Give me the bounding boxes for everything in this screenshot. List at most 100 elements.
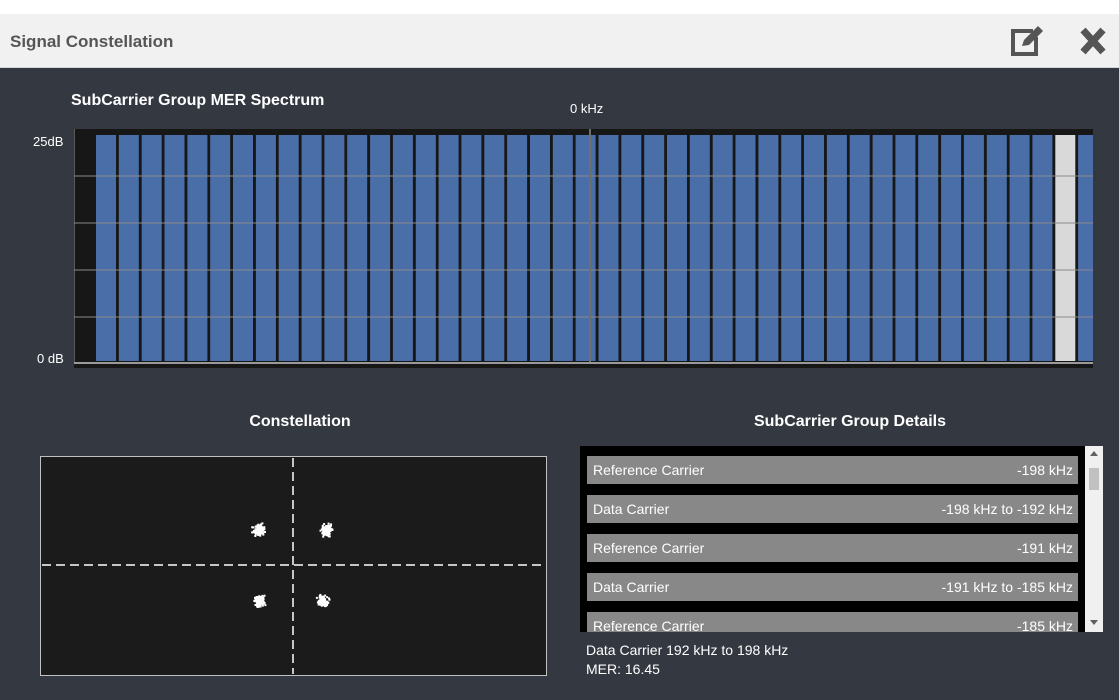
constellation-point [327, 527, 330, 530]
y-axis-top-label: 25dB [33, 134, 64, 149]
constellation-point [322, 530, 325, 533]
window-titlebar: Signal Constellation [0, 14, 1119, 68]
spectrum-bar[interactable] [96, 135, 116, 361]
constellation-point [256, 605, 259, 608]
scroll-up-button[interactable] [1085, 446, 1103, 462]
spectrum-bar[interactable] [347, 135, 368, 361]
spectrum-bar[interactable] [187, 135, 208, 361]
details-title: SubCarrier Group Details [753, 413, 947, 430]
spectrum-bar[interactable] [392, 135, 413, 361]
spectrum-bar[interactable] [826, 135, 847, 361]
constellation-point [254, 528, 257, 531]
spectrum-bar[interactable] [941, 135, 962, 361]
spectrum-bar[interactable] [986, 135, 1007, 361]
constellation-point [256, 598, 259, 601]
list-item[interactable]: Data Carrier -198 kHz to -192 kHz [587, 495, 1078, 523]
constellation-point [261, 526, 264, 529]
constellation-point [324, 600, 327, 603]
details-scrollbar[interactable] [1085, 446, 1103, 632]
constellation-point [324, 594, 327, 597]
spectrum-bar[interactable] [324, 135, 345, 361]
constellation-point [326, 601, 329, 604]
spectrum-bar[interactable] [210, 135, 231, 361]
list-item[interactable]: Reference Carrier -191 kHz [587, 534, 1078, 562]
spectrum-bar[interactable] [438, 135, 459, 361]
close-button[interactable] [1076, 25, 1110, 57]
constellation-point [259, 524, 262, 527]
spectrum-bar[interactable] [963, 135, 984, 361]
mer-value: MER: 16.45 [586, 661, 660, 677]
constellation-point [257, 524, 260, 527]
spectrum-bar[interactable] [1009, 135, 1030, 361]
spectrum-title: SubCarrier Group MER Spectrum [71, 92, 325, 109]
constellation-point [322, 533, 325, 536]
spectrum-bar[interactable] [781, 135, 802, 361]
constellation-point [315, 596, 318, 599]
spectrum-bar[interactable] [484, 135, 505, 361]
constellation-point [319, 595, 322, 598]
spectrum-bar[interactable] [735, 135, 756, 361]
spectrum-bar[interactable] [895, 135, 916, 361]
constellation-point [321, 603, 324, 606]
spectrum-bar[interactable] [1055, 135, 1076, 361]
spectrum-bar[interactable] [118, 135, 139, 361]
spectrum-bar[interactable] [712, 135, 733, 361]
signal-constellation-panel: SubCarrier Group MER Spectrum 0 kHz 25dB… [0, 68, 1119, 700]
constellation-point [259, 603, 262, 606]
constellation-point [262, 533, 265, 536]
spectrum-bar[interactable] [1078, 135, 1093, 361]
constellation-point [322, 535, 325, 538]
constellation-point [323, 523, 326, 525]
spectrum-bar[interactable] [370, 135, 391, 361]
row-value: -191 kHz to -185 kHz [941, 579, 1074, 595]
row-label: Reference Carrier [593, 540, 705, 556]
spectrum-bar[interactable] [164, 135, 185, 361]
spectrum-bar[interactable] [918, 135, 939, 361]
spectrum-bar[interactable] [872, 135, 893, 361]
spectrum-bar[interactable] [552, 135, 573, 361]
edit-button[interactable] [1011, 25, 1045, 57]
constellation-plot [40, 456, 547, 676]
spectrum-bar[interactable] [667, 135, 687, 361]
list-item[interactable]: Reference Carrier -185 kHz [587, 612, 1078, 632]
spectrum-bar[interactable] [575, 135, 596, 361]
row-value: -185 kHz [1016, 618, 1073, 632]
list-item[interactable]: Data Carrier -191 kHz to -185 kHz [587, 573, 1078, 601]
spectrum-bar[interactable] [461, 135, 482, 361]
spectrum-bar[interactable] [301, 135, 322, 361]
spectrum-bar[interactable] [255, 135, 276, 361]
spectrum-bar[interactable] [141, 135, 162, 361]
spectrum-bar[interactable] [415, 135, 436, 361]
spectrum-bar[interactable] [530, 135, 550, 361]
mer-spectrum-chart[interactable] [74, 129, 1093, 368]
spectrum-bar[interactable] [758, 135, 779, 361]
close-icon [1080, 27, 1106, 55]
spectrum-bar[interactable] [644, 135, 665, 361]
spectrum-bar[interactable] [278, 135, 299, 361]
constellation-point [323, 603, 326, 606]
spectrum-bar[interactable] [1032, 135, 1053, 361]
spectrum-bar[interactable] [233, 135, 253, 361]
constellation-point [261, 522, 264, 525]
spectrum-center-label: 0 kHz [570, 101, 604, 116]
constellation-point [321, 598, 324, 601]
spectrum-bar[interactable] [507, 135, 528, 361]
list-item[interactable]: Reference Carrier -198 kHz [587, 456, 1078, 484]
constellation-point [321, 600, 324, 603]
constellation-title: Constellation [249, 413, 351, 430]
constellation-point [263, 594, 266, 597]
scroll-down-button[interactable] [1085, 614, 1103, 632]
constellation-point [328, 531, 331, 534]
constellation-point [324, 605, 327, 608]
constellation-point [260, 600, 263, 602]
constellation-point [321, 525, 324, 528]
row-label: Data Carrier [593, 579, 670, 595]
spectrum-bar[interactable] [689, 135, 710, 361]
spectrum-bar[interactable] [598, 135, 619, 361]
subcarrier-details-list[interactable]: Reference Carrier -198 kHz Data Carrier … [580, 446, 1103, 632]
spectrum-bar[interactable] [804, 135, 824, 361]
constellation-point [330, 528, 333, 531]
scrollbar-thumb[interactable] [1089, 468, 1099, 490]
spectrum-bar[interactable] [621, 135, 642, 361]
spectrum-bar[interactable] [849, 135, 870, 361]
